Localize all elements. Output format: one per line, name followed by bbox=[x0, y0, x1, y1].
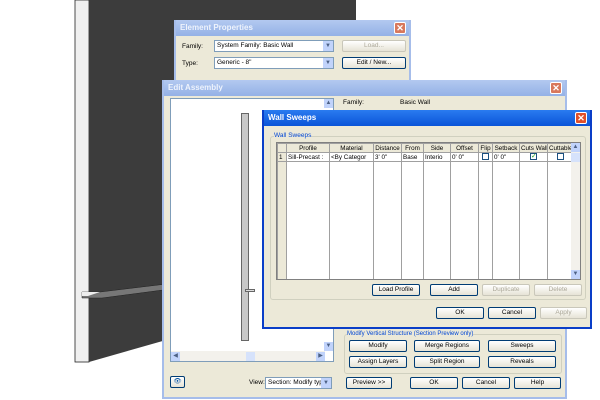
help-button[interactable]: Help bbox=[514, 377, 561, 389]
cell-flip[interactable] bbox=[478, 152, 493, 162]
assign-layers-button[interactable]: Assign Layers bbox=[349, 356, 407, 368]
scroll-up-icon[interactable]: ▲ bbox=[324, 99, 333, 108]
row-number: 1 bbox=[277, 152, 287, 162]
scroll-left-icon[interactable]: ◀ bbox=[171, 352, 180, 361]
empty-cell bbox=[492, 161, 520, 279]
close-icon[interactable]: ✕ bbox=[550, 82, 562, 94]
close-icon[interactable]: ✕ bbox=[394, 22, 406, 34]
cell-from[interactable]: Base bbox=[401, 152, 424, 162]
dialog-title: Element Properties bbox=[180, 23, 253, 32]
empty-row bbox=[277, 161, 573, 279]
element-properties-dialog: Element Properties ✕ Family: System Famil… bbox=[174, 20, 411, 82]
cell-profile[interactable]: Sill-Precast : bbox=[286, 152, 330, 162]
cell-material[interactable]: <By Categor bbox=[329, 152, 374, 162]
empty-cell bbox=[329, 161, 374, 279]
cell-offset[interactable]: 0' 0" bbox=[450, 152, 479, 162]
type-select[interactable]: Generic - 8" ▼ bbox=[214, 57, 334, 69]
column-header[interactable]: Flip bbox=[478, 143, 493, 153]
group-label: Wall Sweeps bbox=[274, 132, 312, 139]
empty-cell bbox=[478, 161, 493, 279]
load-profile-button[interactable]: Load Profile bbox=[372, 284, 420, 296]
apply-button[interactable]: Apply bbox=[540, 307, 587, 319]
cell-distance[interactable]: 3' 0" bbox=[373, 152, 402, 162]
view-label: View: bbox=[249, 379, 265, 386]
empty-cell bbox=[277, 161, 287, 279]
cell-side[interactable]: Interio bbox=[423, 152, 451, 162]
cell-setback[interactable]: 0' 0" bbox=[492, 152, 520, 162]
empty-cell bbox=[286, 161, 330, 279]
sweep-section bbox=[245, 289, 255, 292]
column-header[interactable]: Cuttable bbox=[547, 143, 573, 153]
empty-cell bbox=[373, 161, 402, 279]
edit-new-button[interactable]: Edit / New... bbox=[342, 57, 406, 69]
family-value: System Family: Basic Wall bbox=[217, 42, 294, 49]
cancel-button[interactable]: Cancel bbox=[488, 307, 536, 319]
sweeps-grid[interactable]: Profile Material Distance From Side Offset Fli… bbox=[276, 142, 581, 280]
sweeps-button[interactable]: Sweeps bbox=[488, 340, 556, 352]
wall-section bbox=[241, 113, 249, 341]
table-row[interactable]: 1 Sill-Precast : <By Categor 3' 0" Base Inter… bbox=[277, 152, 573, 162]
reveals-button[interactable]: Reveals bbox=[488, 356, 556, 368]
cell-cuttable[interactable] bbox=[547, 152, 573, 162]
wall-sweeps-dialog: Wall Sweeps ✕ Wall Sweeps Profile Material… bbox=[262, 110, 592, 329]
scroll-right-icon[interactable]: ▶ bbox=[316, 352, 325, 361]
load-button[interactable]: Load... bbox=[342, 40, 406, 52]
ok-button[interactable]: OK bbox=[436, 307, 484, 319]
family-label: Family: bbox=[343, 99, 364, 106]
scroll-thumb[interactable] bbox=[571, 153, 580, 162]
scroll-thumb[interactable] bbox=[246, 352, 255, 361]
row-header-corner bbox=[277, 143, 287, 153]
ok-button[interactable]: OK bbox=[410, 377, 458, 389]
modify-button[interactable]: Modify bbox=[349, 340, 407, 352]
edit-assembly-titlebar[interactable]: Edit Assembly ✕ bbox=[164, 80, 565, 96]
cancel-button[interactable]: Cancel bbox=[462, 377, 510, 389]
eye-icon[interactable]: 👁 bbox=[170, 376, 185, 388]
chevron-down-icon: ▼ bbox=[321, 378, 331, 388]
family-select[interactable]: System Family: Basic Wall ▼ bbox=[214, 40, 334, 52]
column-header[interactable]: Material bbox=[329, 143, 374, 153]
type-label: Type: bbox=[182, 60, 198, 67]
cuts-wall-checkbox[interactable]: ✓ bbox=[530, 153, 537, 161]
chevron-down-icon: ▼ bbox=[323, 58, 333, 68]
column-header[interactable]: Distance bbox=[373, 143, 402, 153]
empty-cell bbox=[547, 161, 573, 279]
column-header[interactable]: From bbox=[401, 143, 424, 153]
column-header[interactable]: Cuts Wall bbox=[519, 143, 548, 153]
family-value: Basic Wall bbox=[400, 99, 431, 106]
dialog-title: Wall Sweeps bbox=[268, 113, 317, 122]
preview-button[interactable]: Preview >> bbox=[346, 377, 392, 389]
cell-cuts-wall[interactable]: ✓ bbox=[519, 152, 548, 162]
chevron-down-icon: ▼ bbox=[323, 41, 333, 51]
empty-cell bbox=[401, 161, 424, 279]
empty-cell bbox=[519, 161, 548, 279]
dialog-title: Edit Assembly bbox=[168, 83, 223, 92]
column-header[interactable]: Profile bbox=[286, 143, 330, 153]
group-label: Modify Vertical Structure (Section Previ… bbox=[347, 331, 474, 337]
type-value: Generic - 8" bbox=[217, 59, 252, 66]
scroll-down-icon[interactable]: ▼ bbox=[324, 342, 333, 351]
duplicate-button[interactable]: Duplicate bbox=[482, 284, 530, 296]
view-select[interactable]: Section: Modify type - ▼ bbox=[265, 377, 332, 389]
family-label: Family: bbox=[182, 43, 203, 50]
column-header[interactable]: Setback bbox=[492, 143, 520, 153]
scroll-up-icon[interactable]: ▲ bbox=[571, 143, 580, 152]
empty-cell bbox=[450, 161, 479, 279]
element-properties-titlebar[interactable]: Element Properties ✕ bbox=[176, 20, 409, 36]
flip-checkbox[interactable] bbox=[482, 153, 489, 161]
cuttable-checkbox[interactable] bbox=[556, 153, 564, 161]
column-header[interactable]: Side bbox=[423, 143, 451, 153]
vertical-scrollbar[interactable] bbox=[571, 143, 580, 279]
wall-sweeps-titlebar[interactable]: Wall Sweeps ✕ bbox=[264, 110, 590, 126]
close-icon[interactable]: ✕ bbox=[575, 112, 587, 124]
merge-regions-button[interactable]: Merge Regions bbox=[414, 340, 480, 352]
scroll-down-icon[interactable]: ▼ bbox=[571, 270, 580, 279]
split-region-button[interactable]: Split Region bbox=[414, 356, 480, 368]
add-button[interactable]: Add bbox=[430, 284, 478, 296]
empty-cell bbox=[423, 161, 451, 279]
column-header[interactable]: Offset bbox=[450, 143, 479, 153]
delete-button[interactable]: Delete bbox=[534, 284, 582, 296]
